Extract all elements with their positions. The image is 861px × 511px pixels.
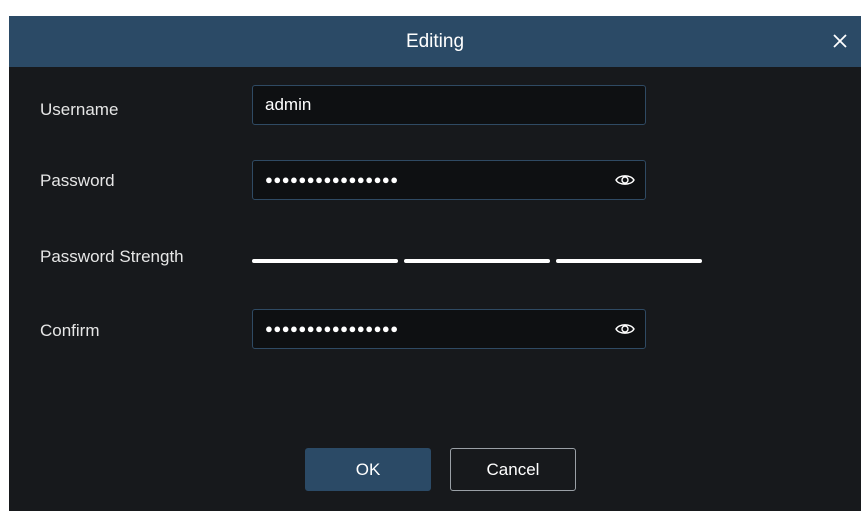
strength-segment-3	[556, 259, 702, 263]
dialog-title: Editing	[405, 31, 465, 52]
dialog-titlebar: Editing	[9, 16, 861, 67]
username-field[interactable]: admin	[252, 85, 646, 125]
strength-segment-1	[252, 259, 398, 263]
password-field[interactable]: ●●●●●●●●●●●●●●●●	[252, 160, 646, 200]
close-icon[interactable]	[827, 28, 853, 54]
confirm-field[interactable]: ●●●●●●●●●●●●●●●●	[252, 309, 646, 349]
confirm-masked-value: ●●●●●●●●●●●●●●●●	[265, 321, 399, 336]
password-label: Password	[40, 171, 115, 190]
password-masked-value: ●●●●●●●●●●●●●●●●	[265, 172, 399, 187]
username-label: Username	[40, 100, 119, 119]
eye-icon[interactable]	[615, 320, 635, 338]
confirm-label: Confirm	[40, 321, 100, 340]
editing-dialog: Editing Username admin Password ●●●●●●●●…	[9, 16, 861, 511]
username-value: admin	[265, 95, 312, 114]
ok-button[interactable]: OK	[305, 448, 431, 491]
password-strength-label: Password Strength	[40, 247, 184, 266]
cancel-button[interactable]: Cancel	[450, 448, 576, 491]
eye-icon[interactable]	[615, 171, 635, 189]
strength-segment-2	[404, 259, 550, 263]
